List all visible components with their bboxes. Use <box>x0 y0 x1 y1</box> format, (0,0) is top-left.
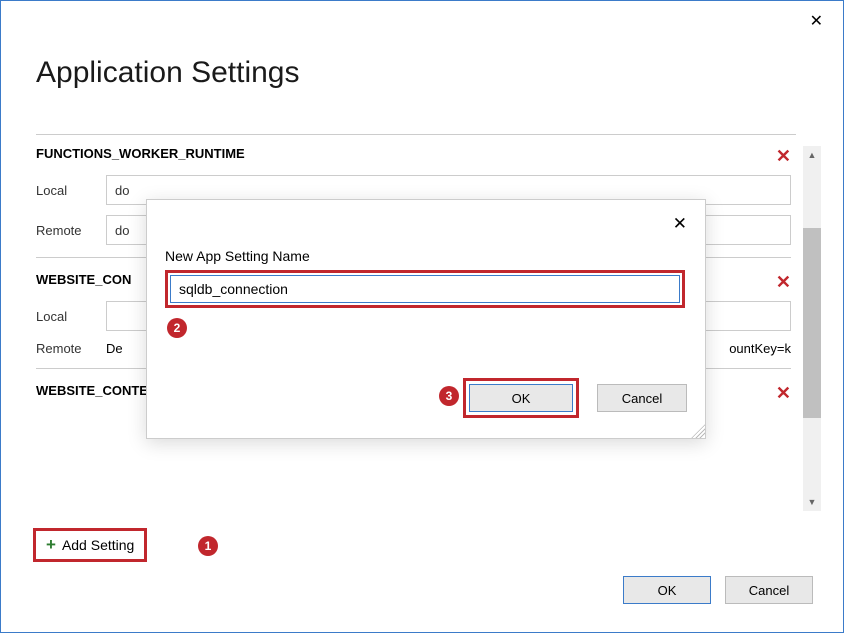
cancel-button[interactable]: Cancel <box>725 576 813 604</box>
add-setting-label: Add Setting <box>62 537 134 553</box>
delete-setting-icon[interactable]: ✕ <box>776 146 791 167</box>
remote-value-prefix: De <box>106 341 126 356</box>
ok-button[interactable]: OK <box>623 576 711 604</box>
setting-name-label: FUNCTIONS_WORKER_RUNTIME <box>36 146 791 161</box>
add-setting-button[interactable]: + Add Setting <box>46 535 134 555</box>
callout-badge-1: 1 <box>198 536 218 556</box>
local-label: Local <box>36 183 106 198</box>
scroll-track[interactable] <box>803 164 821 493</box>
remote-value-suffix: ountKey=k <box>729 341 791 356</box>
callout-badge-3: 3 <box>439 386 459 406</box>
add-setting-highlight: + Add Setting <box>33 528 147 562</box>
resize-grip-icon[interactable] <box>691 424 705 438</box>
remote-label: Remote <box>36 341 106 356</box>
close-icon[interactable]: ✕ <box>810 11 823 31</box>
scroll-up-arrow-icon[interactable]: ▲ <box>803 146 821 164</box>
modal-cancel-button[interactable]: Cancel <box>597 384 687 412</box>
modal-title: New App Setting Name <box>165 248 310 264</box>
new-setting-dialog: ✕ New App Setting Name OK Cancel <box>146 199 706 439</box>
delete-setting-icon[interactable]: ✕ <box>776 272 791 293</box>
scroll-thumb[interactable] <box>803 228 821 418</box>
remote-label: Remote <box>36 223 106 238</box>
app-settings-window: ✕ Application Settings FUNCTIONS_WORKER_… <box>0 0 844 633</box>
modal-ok-highlight: OK <box>463 378 579 418</box>
local-label: Local <box>36 309 106 324</box>
divider <box>36 134 796 135</box>
setting-name-input[interactable] <box>170 275 680 303</box>
modal-input-highlight <box>165 270 685 308</box>
delete-setting-icon[interactable]: ✕ <box>776 383 791 404</box>
scroll-down-arrow-icon[interactable]: ▼ <box>803 493 821 511</box>
modal-button-row: OK Cancel <box>463 378 687 418</box>
modal-ok-button[interactable]: OK <box>469 384 573 412</box>
callout-badge-2: 2 <box>167 318 187 338</box>
page-title: Application Settings <box>36 56 300 90</box>
close-icon[interactable]: ✕ <box>673 214 687 234</box>
plus-icon: + <box>46 535 56 555</box>
vertical-scrollbar[interactable]: ▲ ▼ <box>803 146 821 511</box>
dialog-footer: OK Cancel <box>623 576 813 604</box>
